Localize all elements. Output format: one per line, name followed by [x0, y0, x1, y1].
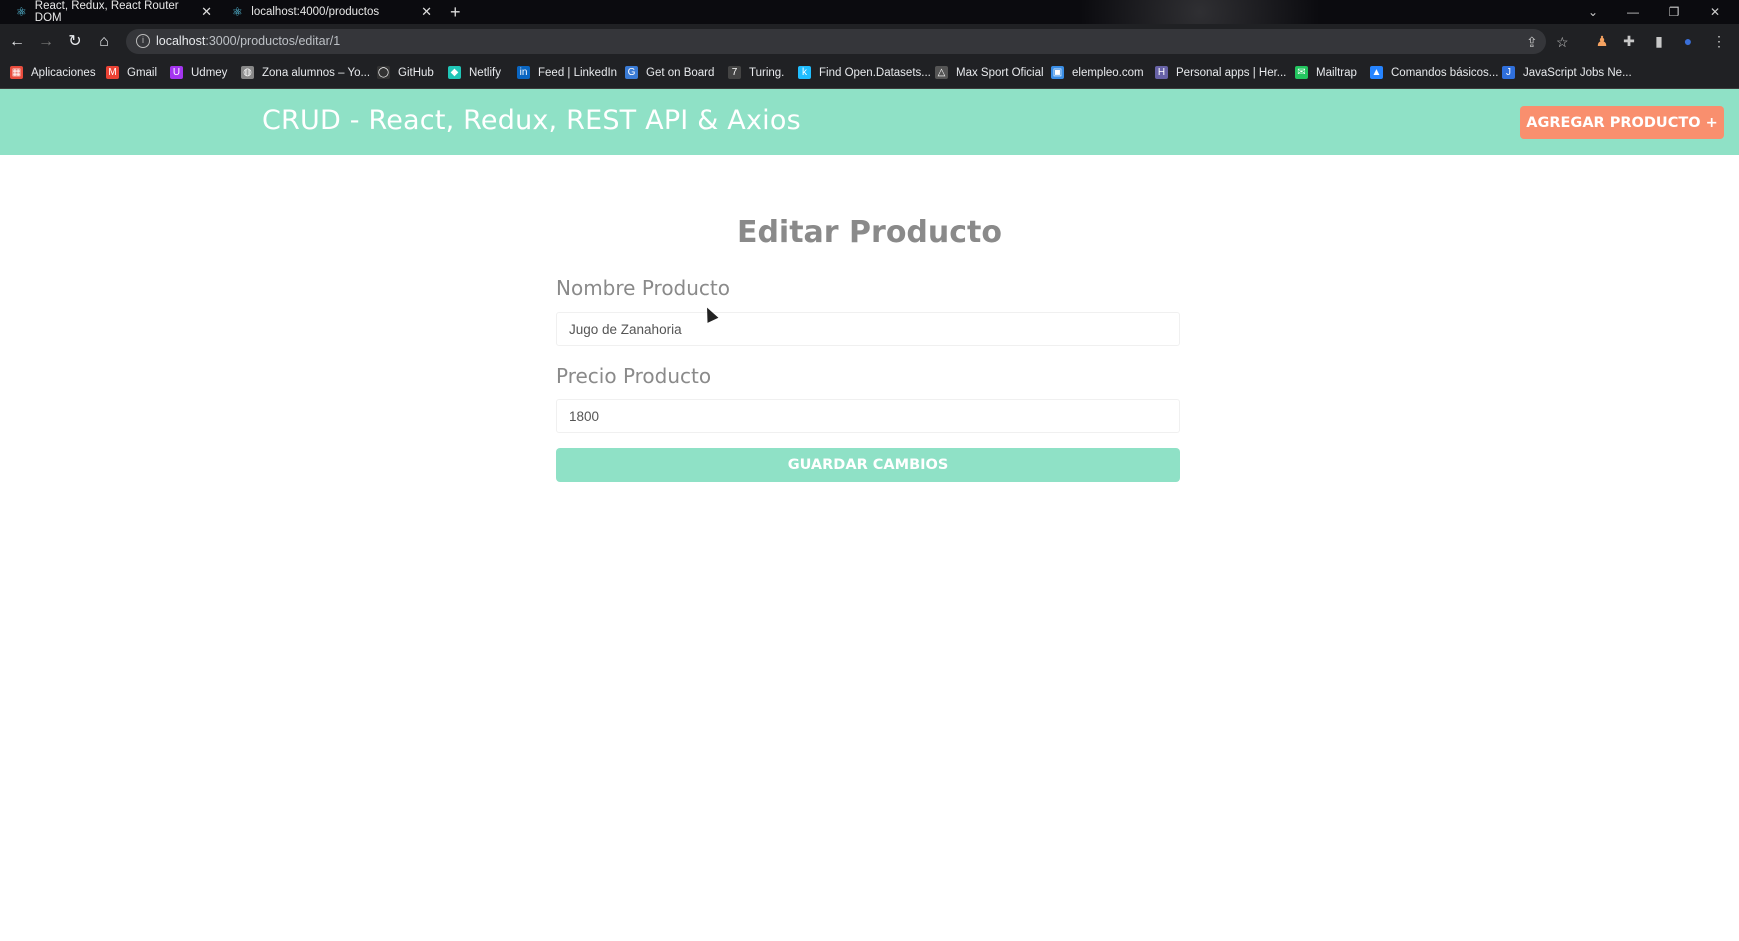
bookmark-label: Get on Board [646, 66, 715, 79]
netlify-icon: ◆ [448, 66, 461, 79]
site-info-icon[interactable]: i [136, 34, 150, 48]
price-label: Precio Producto [556, 364, 712, 388]
name-field[interactable] [556, 312, 1180, 346]
extension-icon[interactable]: ♟ [1593, 32, 1611, 50]
bookmark-item[interactable]: in Feed | LinkedIn [517, 66, 617, 79]
home-icon[interactable]: ⌂ [94, 32, 114, 52]
react-favicon-icon: ⚛ [16, 5, 27, 19]
bookmark-item[interactable]: ▲ Comandos básicos... [1370, 66, 1498, 79]
profile-avatar-icon[interactable]: ● [1679, 32, 1697, 50]
address-bar[interactable]: i localhost:3000/productos/editar/1 ⇪ ☆ [126, 29, 1569, 54]
linkedin-icon: in [517, 66, 530, 79]
github-icon: ◯ [377, 66, 390, 79]
udemy-icon: U [170, 66, 183, 79]
elempleo-icon: ▣ [1051, 66, 1064, 79]
url-text[interactable]: localhost:3000/productos/editar/1 [156, 34, 340, 48]
browser-tab[interactable]: ⚛ React, Redux, React Router DOM ✕ [16, 0, 212, 24]
bookmark-item[interactable]: M Gmail [106, 66, 157, 79]
getonboard-icon: G [625, 66, 638, 79]
bookmark-label: elempleo.com [1072, 66, 1144, 79]
minimize-icon[interactable]: — [1615, 0, 1651, 24]
bookmark-item[interactable]: k Find Open.Datasets... [798, 66, 931, 79]
bookmark-star-icon[interactable]: ☆ [1556, 34, 1569, 51]
restore-icon[interactable]: ❐ [1656, 0, 1692, 24]
close-tab-icon[interactable]: ✕ [421, 4, 432, 20]
share-icon[interactable]: ⇪ [1526, 34, 1538, 51]
react-favicon-icon: ⚛ [232, 5, 243, 19]
bookmark-label: Personal apps | Her... [1176, 66, 1287, 79]
forward-icon[interactable]: → [36, 32, 56, 52]
kaggle-icon: k [798, 66, 811, 79]
apps-grid-icon: ▦ [10, 66, 23, 79]
app-title-link[interactable]: CRUD - React, Redux, REST API & Axios [262, 105, 801, 136]
bookmark-item[interactable]: ▦ Aplicaciones [10, 66, 96, 79]
form-title: Editar Producto [736, 215, 1003, 250]
tab-title: React, Redux, React Router DOM [34, 0, 179, 24]
close-window-icon[interactable]: ✕ [1697, 0, 1733, 24]
turing-icon: 7 [728, 66, 741, 79]
browser-toolbar: ← → ↻ ⌂ i localhost:3000/productos/edita… [0, 24, 1739, 59]
back-icon[interactable]: ← [7, 32, 27, 52]
price-field[interactable] [556, 399, 1180, 433]
name-input[interactable] [557, 313, 1179, 345]
new-tab-icon[interactable]: + [450, 2, 461, 23]
tab-title: localhost:4000/productos [251, 6, 380, 18]
price-input[interactable] [557, 400, 1179, 432]
bookmark-label: Udmey [191, 66, 228, 79]
globe-icon: ◍ [241, 66, 254, 79]
bookmark-item[interactable]: △ Max Sport Oficial [935, 66, 1044, 79]
bookmark-label: Aplicaciones [31, 66, 96, 79]
tab-search-icon[interactable]: ⌄ [1575, 0, 1611, 24]
menu-kebab-icon[interactable]: ⋮ [1710, 32, 1728, 50]
bookmark-label: Feed | LinkedIn [538, 66, 618, 79]
bookmarks-bar: ▦ Aplicaciones M Gmail U Udmey ◍ Zona alumnos –… [0, 59, 1739, 89]
bookmark-label: Turing. [749, 66, 785, 79]
bookmark-label: Mailtrap [1316, 66, 1357, 79]
close-tab-icon[interactable]: ✕ [201, 4, 212, 20]
bookmark-item[interactable]: ◯ GitHub [377, 66, 434, 79]
bookmark-item[interactable]: 7 Turing. [728, 66, 784, 79]
bookmark-item[interactable]: U Udmey [170, 66, 227, 79]
bookmark-label: Max Sport Oficial [956, 66, 1044, 79]
bookmark-label: Netlify [469, 66, 501, 79]
bookmark-item[interactable]: ◆ Netlify [448, 66, 501, 79]
bookmark-item[interactable]: ✉ Mailtrap [1295, 66, 1357, 79]
bookmark-item[interactable]: ◍ Zona alumnos – Yo... [241, 66, 370, 79]
reload-icon[interactable]: ↻ [65, 32, 85, 52]
add-product-button[interactable]: AGREGAR PRODUCTO + [1520, 106, 1724, 139]
heroku-icon: H [1155, 66, 1168, 79]
bookmark-item[interactable]: J JavaScript Jobs Ne... [1502, 66, 1632, 79]
side-panel-icon[interactable]: ▮ [1650, 32, 1668, 50]
bookmark-label: Find Open.Datasets... [819, 66, 931, 79]
bookmark-label: Gmail [127, 66, 158, 79]
bookmark-item[interactable]: ▣ elempleo.com [1051, 66, 1144, 79]
bookmark-label: Comandos básicos... [1391, 66, 1499, 79]
mailtrap-icon: ✉ [1295, 66, 1308, 79]
browser-tab[interactable]: ⚛ localhost:4000/productos ✕ [232, 0, 432, 24]
browser-tab-bar: ⚛ React, Redux, React Router DOM ✕ ⚛ loc… [0, 0, 1739, 24]
bookmark-label: Zona alumnos – Yo... [262, 66, 371, 79]
bookmark-item[interactable]: H Personal apps | Her... [1155, 66, 1286, 79]
app-header: CRUD - React, Redux, REST API & Axios AG… [0, 89, 1739, 155]
bookmark-item[interactable]: G Get on Board [625, 66, 714, 79]
atlassian-icon: ▲ [1370, 66, 1383, 79]
bookmark-label: JavaScript Jobs Ne... [1523, 66, 1632, 79]
extensions-puzzle-icon[interactable]: ✚ [1620, 32, 1638, 50]
save-changes-button[interactable]: GUARDAR CAMBIOS [556, 448, 1180, 482]
gmail-icon: M [106, 66, 119, 79]
bookmark-label: GitHub [398, 66, 434, 79]
maxsport-icon: △ [935, 66, 948, 79]
name-label: Nombre Producto [556, 276, 730, 300]
jsjobs-icon: J [1502, 66, 1515, 79]
